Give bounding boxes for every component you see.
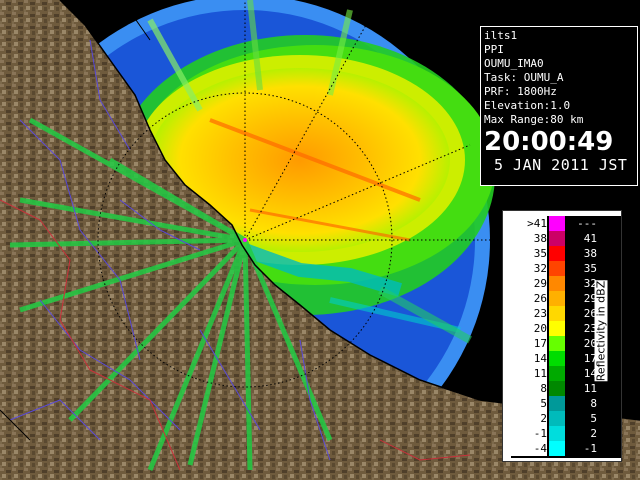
- legend-row: 32 35: [511, 261, 607, 276]
- reflectivity-legend: >41 --- 38 41 35 38 32 35 29 32 26 29 23 26 20 23 17 20 14…: [502, 210, 622, 462]
- legend-upper-bound: 20: [583, 337, 597, 350]
- legend-lower-bound: 35: [511, 246, 547, 261]
- legend-row: 25: [511, 411, 607, 426]
- legend-row: 29 32: [511, 276, 607, 291]
- legend-color-swatch: [549, 336, 565, 351]
- legend-upper-bound: 41: [583, 232, 597, 245]
- info-line-max-range: Max Range:80 km: [484, 113, 584, 126]
- legend-row: -4 -1: [511, 441, 607, 456]
- legend-upper-bound: 17: [583, 352, 597, 365]
- legend-lower-bound: 17: [511, 336, 547, 351]
- legend-color-swatch: [549, 366, 565, 381]
- legend-upper-bound: 23: [583, 322, 597, 335]
- legend-upper-bound: 29: [583, 292, 597, 305]
- legend-row: 26 29: [511, 291, 607, 306]
- legend-lower-bound: -4: [511, 441, 547, 456]
- legend-row: 8 11: [511, 381, 607, 396]
- legend-upper-bound: ---: [577, 217, 597, 230]
- legend-row: 38 41: [511, 231, 607, 246]
- legend-color-swatch: [549, 351, 565, 366]
- info-line-product: PPI: [484, 43, 504, 56]
- legend-color-swatch: [549, 291, 565, 306]
- legend-upper-bound: 8: [590, 397, 597, 410]
- observation-time: 20:00:49: [484, 127, 614, 157]
- legend-lower-bound: 38: [511, 231, 547, 246]
- legend-row: 20 23: [511, 321, 607, 336]
- legend-row: 11 14: [511, 366, 607, 381]
- legend-upper-bound: 26: [583, 307, 597, 320]
- radar-info-panel: ilts1 PPI OUMU_IMA0 Task: OUMU_A PRF: 18…: [480, 26, 638, 186]
- legend-color-swatch: [549, 396, 565, 411]
- legend-row: 14 17: [511, 351, 607, 366]
- legend-lower-bound: 5: [511, 396, 547, 411]
- legend-upper-bound: -1: [583, 442, 597, 455]
- legend-lower-bound: >41: [511, 216, 547, 231]
- legend-color-swatch: [549, 231, 565, 246]
- legend-upper-bound: 5: [590, 412, 597, 425]
- legend-upper-bound: 32: [583, 277, 597, 290]
- legend-upper-bound: 2: [590, 427, 597, 440]
- info-line-elevation: Elevation:1.0: [484, 99, 571, 112]
- legend-lower-bound: 11: [511, 366, 547, 381]
- legend-color-swatch: [549, 381, 565, 396]
- legend-color-swatch: [549, 321, 565, 336]
- legend-lower-bound: 20: [511, 321, 547, 336]
- legend-upper-bound: 38: [583, 247, 597, 260]
- legend-row: 58: [511, 396, 607, 411]
- legend-row: >41 ---: [511, 216, 607, 231]
- legend-lower-bound: 2: [511, 411, 547, 426]
- legend-color-swatch: [549, 246, 565, 261]
- info-line-task: Task: OUMU_A: [484, 71, 564, 84]
- legend-upper-bound: 14: [583, 367, 597, 380]
- legend-lower-bound: 14: [511, 351, 547, 366]
- legend-upper-bound: 11: [583, 382, 597, 395]
- observation-date: 5 JAN 2011 JST: [494, 156, 628, 174]
- legend-row: -1 2: [511, 426, 607, 441]
- info-line-prf: PRF: 1800Hz: [484, 85, 557, 98]
- legend-color-swatch: [549, 276, 565, 291]
- legend-color-swatch: [549, 411, 565, 426]
- legend-color-swatch: [549, 306, 565, 321]
- legend-color-swatch: [549, 426, 565, 441]
- legend-color-swatch: [549, 216, 565, 231]
- radar-site-marker: [243, 238, 247, 242]
- info-line-station: ilts1: [484, 29, 518, 42]
- legend-lower-bound: 23: [511, 306, 547, 321]
- legend-row: 23 26: [511, 306, 607, 321]
- legend-unit-label: Reflectivity in dBZ: [594, 280, 608, 382]
- legend-row: 35 38: [511, 246, 607, 261]
- legend-upper-bound: 35: [583, 262, 597, 275]
- legend-lower-bound: 8: [511, 381, 547, 396]
- legend-color-swatch: [549, 261, 565, 276]
- legend-color-swatch: [549, 441, 565, 456]
- legend-lower-bound: 32: [511, 261, 547, 276]
- info-line-image: OUMU_IMA0: [484, 57, 544, 70]
- legend-lower-bound: 26: [511, 291, 547, 306]
- legend-row: 17 20: [511, 336, 607, 351]
- legend-lower-bound: 29: [511, 276, 547, 291]
- legend-lower-bound: -1: [511, 426, 547, 441]
